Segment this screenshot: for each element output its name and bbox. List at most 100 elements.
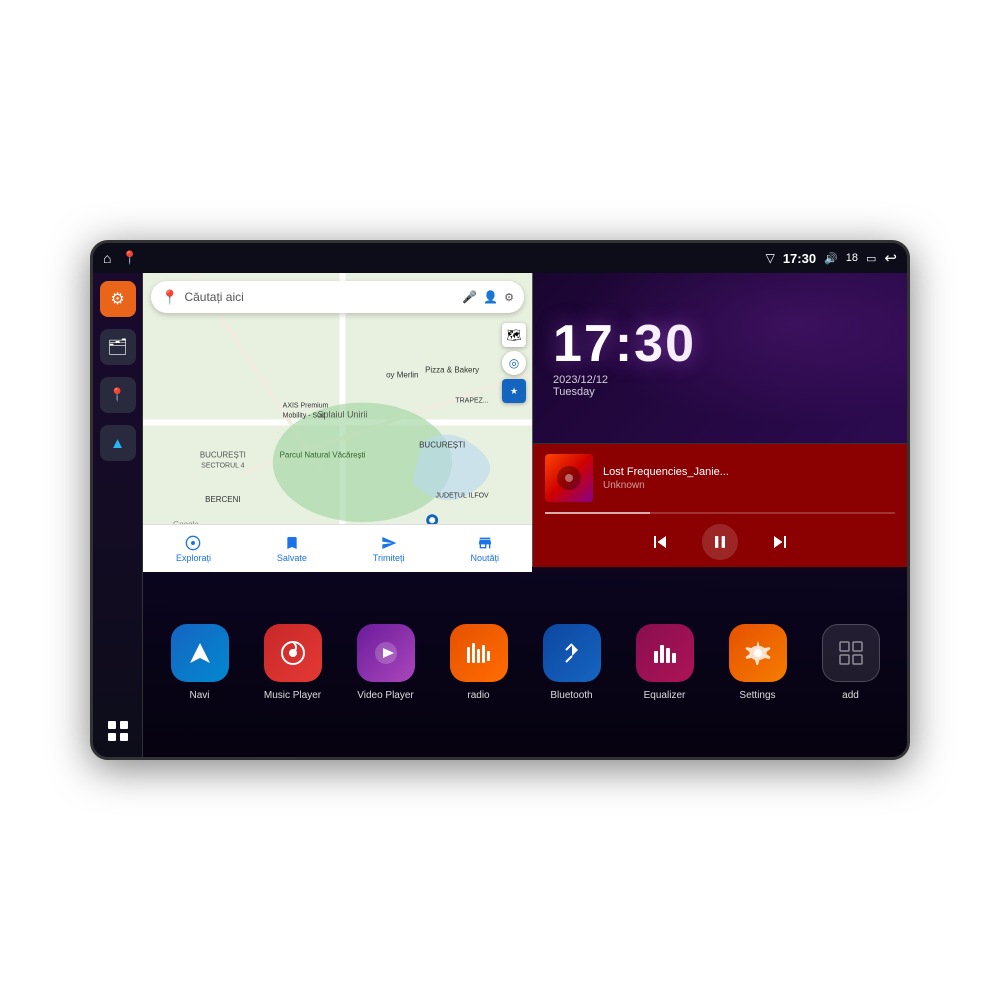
clock-time: 17:30 [553, 318, 696, 370]
music-player-icon [279, 639, 307, 667]
svg-text:Parcul Natural Văcărești: Parcul Natural Văcărești [280, 450, 366, 459]
pause-icon [710, 532, 730, 552]
files-icon: 🗂 [107, 337, 127, 357]
music-text: Lost Frequencies_Janie... Unknown [603, 466, 895, 491]
svg-text:JUDEȚUL ILFOV: JUDEȚUL ILFOV [435, 492, 489, 499]
skip-prev-icon [648, 530, 672, 554]
music-artist: Unknown [603, 480, 895, 491]
video-player-icon [372, 639, 400, 667]
grid-icon [107, 720, 129, 742]
svg-text:Mobility - Sud: Mobility - Sud [283, 413, 325, 420]
sidebar-item-settings[interactable]: ⚙ [100, 281, 136, 317]
radio-app-label: radio [467, 690, 489, 701]
bluetooth-app-icon [543, 624, 601, 682]
equalizer-app-label: Equalizer [644, 690, 686, 701]
map-saved-label: Salvate [277, 553, 307, 563]
app-item-bluetooth[interactable]: Bluetooth [525, 614, 618, 711]
status-time: 17:30 [783, 251, 816, 266]
map-search-text[interactable]: Căutați aici [184, 290, 456, 304]
sidebar-item-grid[interactable] [100, 713, 136, 749]
main-content: ⚙ 🗂 📍 ▲ [93, 273, 907, 757]
music-panel: Lost Frequencies_Janie... Unknown [533, 443, 907, 573]
equalizer-app-icon [636, 624, 694, 682]
app-item-add[interactable]: add [804, 614, 897, 711]
svg-text:oy Merlin: oy Merlin [386, 371, 418, 380]
music-player-app-icon [264, 624, 322, 682]
volume-icon: 🔊 [824, 252, 838, 265]
video-player-app-label: Video Player [357, 690, 414, 701]
equalizer-icon [651, 639, 679, 667]
svg-text:Splaiul Unirii: Splaiul Unirii [318, 410, 368, 420]
video-player-app-icon [357, 624, 415, 682]
album-art-icon [554, 463, 584, 493]
add-icon [837, 639, 865, 667]
app-item-video-player[interactable]: Video Player [339, 614, 432, 711]
svg-text:AXIS Premium: AXIS Premium [283, 403, 329, 410]
sidebar-item-files[interactable]: 🗂 [100, 329, 136, 365]
settings-app-icon [729, 624, 787, 682]
music-title: Lost Frequencies_Janie... [603, 466, 895, 478]
navi-icon [185, 638, 215, 668]
map-contribute-button[interactable]: Trimiteți [373, 535, 405, 563]
music-player-app-label: Music Player [264, 690, 321, 701]
map-account-icon[interactable]: 👤 [483, 290, 498, 304]
app-item-settings[interactable]: Settings [711, 614, 804, 711]
map-search-bar[interactable]: 📍 Căutați aici 🎤 👤 ⚙ [151, 281, 524, 313]
music-controls [533, 514, 907, 570]
album-art-inner [545, 454, 593, 502]
maps-pin-icon: 📍 [161, 289, 178, 306]
map-saved-button[interactable]: Salvate [277, 535, 307, 563]
map-bottom-bar: Explorați Salvate Trimiteți Noutăți [143, 524, 532, 572]
music-info: Lost Frequencies_Janie... Unknown [533, 444, 907, 512]
pause-button[interactable] [702, 524, 738, 560]
sidebar-item-nav[interactable]: ▲ [100, 425, 136, 461]
map-news-label: Noutăți [471, 553, 500, 563]
map-locate-icon[interactable]: ◎ [502, 351, 526, 375]
map-star-icon[interactable]: ★ [502, 379, 526, 403]
prev-track-button[interactable] [648, 530, 672, 554]
bluetooth-icon [558, 639, 586, 667]
add-app-label: add [842, 690, 859, 701]
settings-app-gear-icon [744, 639, 772, 667]
map-explore-label: Explorați [176, 553, 211, 563]
sidebar-item-map[interactable]: 📍 [100, 377, 136, 413]
album-art [545, 454, 593, 502]
apps-section: Navi Music Player [143, 567, 907, 757]
battery-icon: ▭ [866, 252, 876, 265]
signal-strength: 18 [846, 252, 858, 264]
svg-text:BUCUREȘTI: BUCUREȘTI [419, 440, 465, 449]
map-mic-icon[interactable]: 🎤 [462, 290, 477, 304]
navi-app-icon [171, 624, 229, 682]
nav-arrow-icon: ▲ [110, 435, 125, 452]
map-explore-button[interactable]: Explorați [176, 535, 211, 563]
navi-app-label: Navi [189, 690, 209, 701]
status-left: ⌂ 📍 [103, 250, 138, 266]
map-layers-icon[interactable]: 🗺 [502, 323, 526, 347]
next-track-button[interactable] [768, 530, 792, 554]
device-frame: ⌂ 📍 ▽ 17:30 🔊 18 ▭ ↩ ⚙ 🗂 📍 [90, 240, 910, 760]
add-app-icon [822, 624, 880, 682]
app-item-equalizer[interactable]: Equalizer [618, 614, 711, 711]
center-area: Splaiul Unirii Parcul Natural Văcărești … [143, 273, 907, 757]
clock-date: 2023/12/12 Tuesday [553, 374, 696, 398]
wifi-icon: ▽ [766, 251, 775, 265]
radio-icon [465, 639, 493, 667]
settings-icon: ⚙ [110, 289, 124, 309]
settings-app-label: Settings [739, 690, 775, 701]
svg-text:BUCUREȘTI: BUCUREȘTI [200, 450, 246, 459]
map-marker-icon[interactable]: 📍 [121, 250, 137, 266]
map-options-icon[interactable]: ⚙ [504, 291, 514, 304]
clock-panel: 17:30 2023/12/12 Tuesday [533, 273, 907, 443]
bluetooth-app-label: Bluetooth [550, 690, 592, 701]
svg-text:BERCENI: BERCENI [205, 495, 240, 504]
map-contribute-label: Trimiteți [373, 553, 405, 563]
map-news-button[interactable]: Noutăți [471, 535, 500, 563]
home-icon[interactable]: ⌂ [103, 250, 111, 266]
app-item-navi[interactable]: Navi [153, 614, 246, 711]
status-right: ▽ 17:30 🔊 18 ▭ ↩ [766, 249, 897, 267]
back-icon[interactable]: ↩ [884, 249, 897, 267]
app-item-music-player[interactable]: Music Player [246, 614, 339, 711]
map-icon: 📍 [109, 387, 125, 403]
svg-text:SECTORUL 4: SECTORUL 4 [201, 462, 244, 469]
app-item-radio[interactable]: radio [432, 614, 525, 711]
